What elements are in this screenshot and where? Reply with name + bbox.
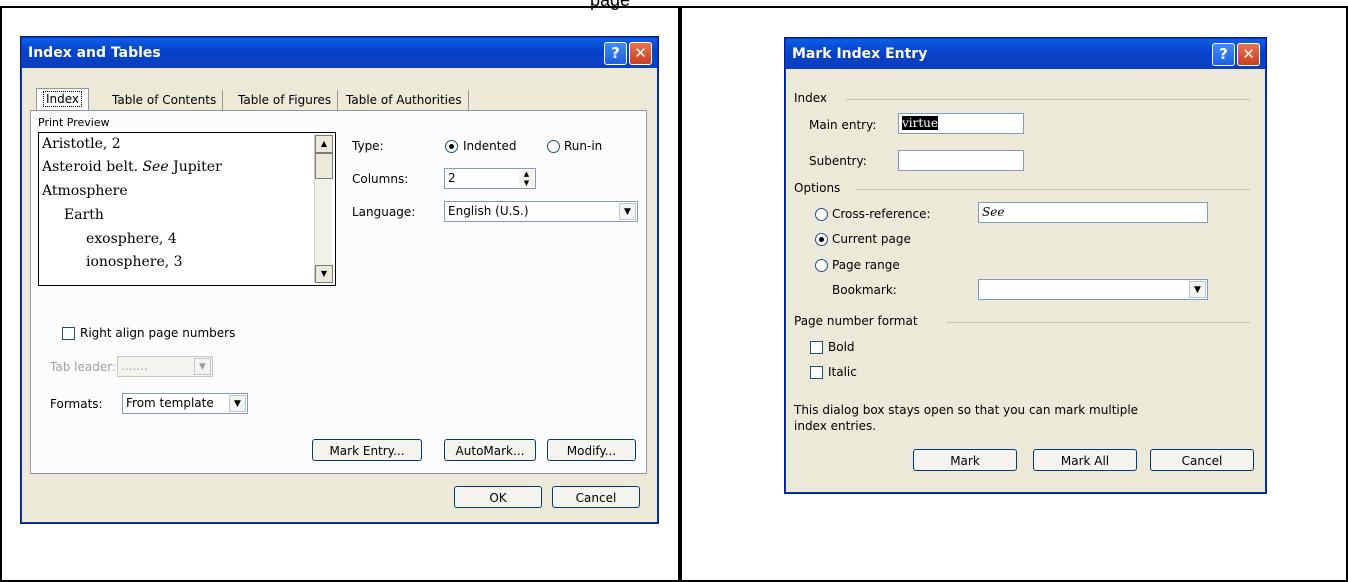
columns-spinner[interactable]: 2 ▲ ▼ [444, 168, 536, 189]
cropped-heading: page [590, 0, 631, 10]
scroll-up-icon[interactable]: ▲ [315, 135, 333, 153]
dropdown-arrow-icon[interactable]: ▼ [229, 395, 246, 412]
index-and-tables-dialog: Index and Tables ? ✕ Index Table of Cont… [21, 37, 658, 523]
preview-line: Earth [64, 207, 104, 223]
info-note-line: index entries. [794, 419, 877, 433]
options-group-separator [856, 189, 1250, 190]
page-number-format-label: Page number format [794, 314, 918, 328]
subentry-field[interactable] [898, 150, 1024, 171]
tab-leader-label: Tab leader: [50, 360, 116, 374]
tab-table-of-contents[interactable]: Table of Contents [106, 90, 224, 110]
ok-button[interactable]: OK [454, 486, 542, 508]
bold-label[interactable]: Bold [828, 340, 855, 354]
bold-checkbox[interactable] [810, 341, 823, 354]
scroll-down-icon[interactable]: ▼ [315, 265, 333, 283]
spin-up-icon[interactable]: ▲ [519, 170, 534, 179]
bookmark-label: Bookmark: [832, 283, 897, 297]
language-select[interactable]: English (U.S.) ▼ [444, 201, 638, 222]
automark-button[interactable]: AutoMark... [444, 439, 536, 461]
italic-label[interactable]: Italic [828, 365, 857, 379]
page-range-radio[interactable] [815, 259, 828, 272]
preview-line: exosphere, 4 [86, 231, 177, 247]
dropdown-arrow-icon[interactable]: ▼ [1189, 281, 1206, 298]
dropdown-arrow-icon[interactable]: ▼ [194, 358, 211, 375]
preview-line: Aristotle, 2 [42, 136, 121, 152]
formats-select[interactable]: From template ▼ [122, 393, 248, 414]
right-align-checkbox[interactable] [62, 327, 75, 340]
italic-checkbox[interactable] [810, 366, 823, 379]
dialog-titlebar: Index and Tables ? ✕ [22, 38, 657, 68]
tab-index[interactable]: Index [36, 88, 90, 111]
subentry-label: Subentry: [809, 154, 867, 168]
dialog-title: Index and Tables [28, 45, 161, 61]
preview-line: Asteroid belt. See Jupiter [42, 159, 222, 175]
cross-reference-field[interactable]: See [978, 202, 1208, 223]
dropdown-arrow-icon[interactable]: ▼ [619, 203, 636, 220]
help-icon[interactable]: ? [604, 42, 627, 65]
print-preview-label: Print Preview [38, 116, 110, 129]
mark-entry-button[interactable]: Mark Entry... [312, 439, 422, 461]
spin-down-icon[interactable]: ▼ [519, 179, 534, 187]
close-icon[interactable]: ✕ [629, 42, 652, 65]
scroll-thumb[interactable] [315, 153, 333, 179]
right-align-label[interactable]: Right align page numbers [80, 326, 235, 340]
type-indented-radio[interactable] [445, 140, 458, 153]
cancel-button[interactable]: Cancel [1150, 449, 1254, 471]
type-runin-radio[interactable] [547, 140, 560, 153]
modify-button[interactable]: Modify... [547, 439, 636, 461]
type-runin-label[interactable]: Run-in [564, 139, 602, 153]
index-group-label: Index [794, 91, 828, 105]
main-entry-field[interactable]: virtue [898, 113, 1024, 134]
help-icon[interactable]: ? [1212, 43, 1235, 66]
preview-line: ionosphere, 3 [86, 254, 183, 270]
language-label: Language: [352, 205, 416, 219]
index-group-separator [846, 99, 1250, 100]
formats-label: Formats: [50, 397, 103, 411]
current-page-label[interactable]: Current page [832, 232, 911, 246]
type-indented-label[interactable]: Indented [463, 139, 516, 153]
bookmark-select[interactable]: ▼ [978, 279, 1208, 300]
cancel-button[interactable]: Cancel [552, 486, 640, 508]
page-range-label[interactable]: Page range [832, 258, 900, 272]
dialog-title: Mark Index Entry [792, 46, 928, 62]
tab-leader-select[interactable]: ....... ▼ [117, 356, 213, 377]
tab-table-of-figures[interactable]: Table of Figures [232, 90, 339, 110]
dialog-titlebar: Mark Index Entry ? ✕ [786, 39, 1265, 69]
columns-label: Columns: [352, 172, 409, 186]
mark-index-entry-dialog: Mark Index Entry ? ✕ Index Main entry: v… [785, 38, 1266, 493]
info-note-line: This dialog box stays open so that you c… [794, 403, 1139, 417]
close-icon[interactable]: ✕ [1237, 43, 1260, 66]
mark-button[interactable]: Mark [913, 449, 1017, 471]
preview-line: Atmosphere [42, 183, 128, 199]
mark-all-button[interactable]: Mark All [1033, 449, 1137, 471]
current-page-radio[interactable] [815, 233, 828, 246]
main-entry-label: Main entry: [809, 118, 877, 132]
cross-reference-label[interactable]: Cross-reference: [832, 207, 931, 221]
type-label: Type: [352, 139, 384, 153]
options-group-label: Options [794, 181, 841, 195]
cross-reference-radio[interactable] [815, 208, 828, 221]
page-number-format-separator [946, 322, 1250, 323]
tab-table-of-authorities[interactable]: Table of Authorities [340, 90, 469, 110]
